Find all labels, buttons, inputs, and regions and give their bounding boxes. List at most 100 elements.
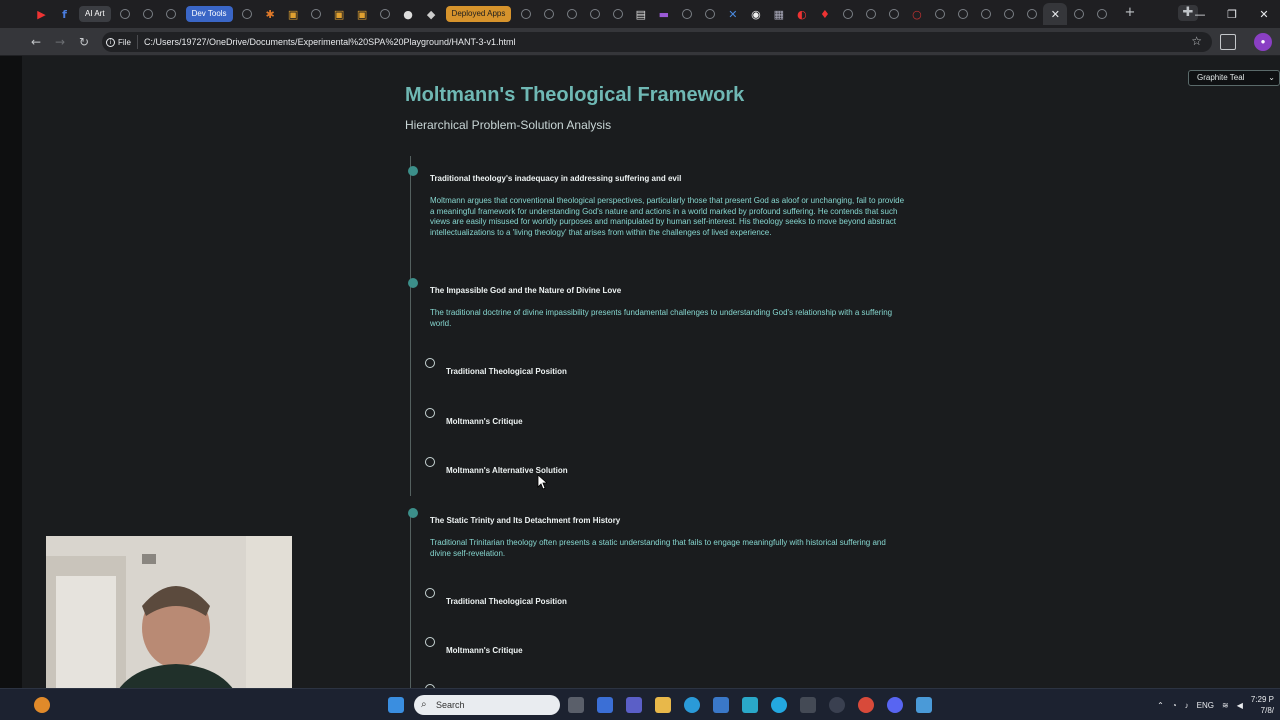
left-edge-panel [0,56,22,688]
chevron-down-icon: ⌄ [1268,73,1275,82]
task-view-icon[interactable] [568,697,584,713]
tab-icon[interactable] [859,4,882,24]
tab-icon[interactable]: ▣ [351,4,374,24]
tab-group-ai-art[interactable]: AI Art [79,6,111,22]
copilot-icon[interactable] [597,697,613,713]
tab-icon[interactable]: ▬ [652,4,675,24]
network-icon[interactable]: ◔ [1172,701,1177,710]
clock[interactable]: 7:29 P 7/8/ [1251,694,1274,716]
tab-icon[interactable] [114,4,137,24]
tab-icon[interactable]: ◐ [790,4,813,24]
facebook-tab-icon[interactable]: f [53,4,76,24]
subitem-label[interactable]: Moltmann's Critique [446,417,523,426]
tab-icon[interactable] [305,4,328,24]
app-icon[interactable] [800,697,816,713]
windows-start-icon[interactable] [388,697,404,713]
tab-icon[interactable]: ▤ [629,4,652,24]
youtube-tab-icon[interactable]: ▶ [30,4,53,24]
back-arrow-icon[interactable]: ← [28,34,44,50]
subitem-label[interactable]: Moltmann's Alternative Solution [446,466,568,475]
tab-icon[interactable] [374,4,397,24]
tab-icon[interactable]: ♦ [813,4,836,24]
tab-icon[interactable]: ◆ [420,4,443,24]
node-title[interactable]: The Impassible God and the Nature of Div… [430,286,621,295]
clock-date: 7/8/ [1260,706,1274,715]
tab-icon[interactable] [974,4,997,24]
tab-icon[interactable] [1020,4,1043,24]
github-tab-icon[interactable]: ● [397,4,420,24]
extensions-icon[interactable] [1220,34,1236,50]
tab-icon[interactable] [583,4,606,24]
language-indicator[interactable]: ENG [1197,701,1214,710]
discord-icon[interactable] [887,697,903,713]
tab-icon[interactable]: ◉ [744,4,767,24]
minimize-icon[interactable]: — [1184,0,1216,28]
profile-avatar[interactable]: ● [1254,33,1272,51]
tab-icon[interactable] [928,4,951,24]
subitem-ring [425,358,435,368]
tab-group-deployed-apps[interactable]: Deployed Apps [445,6,512,22]
tab-icon[interactable]: ▦ [767,4,790,24]
timeline-node-dot [408,508,418,518]
tab-icon[interactable] [997,4,1020,24]
chrome-icon[interactable] [858,697,874,713]
tab-icon[interactable] [160,4,183,24]
timeline-line [410,156,411,496]
tab-icon[interactable] [882,4,905,24]
url-text[interactable]: C:/Users/19727/OneDrive/Documents/Experi… [144,32,516,52]
new-tab-button[interactable]: + [1122,5,1138,21]
tab-icon[interactable] [698,4,721,24]
edge-icon[interactable] [684,697,700,713]
notepad-icon[interactable] [916,697,932,713]
store-icon[interactable] [713,697,729,713]
file-explorer-icon[interactable] [655,697,671,713]
tab-group-dev-tools[interactable]: Dev Tools [185,6,233,22]
taskbar-search[interactable]: ⌕ Search [414,695,560,715]
tab-icon[interactable] [1067,4,1090,24]
site-info-chip[interactable]: i File [106,35,138,49]
node-title[interactable]: Traditional theology's inadequacy in add… [430,174,681,183]
theme-select-value: Graphite Teal [1197,73,1245,82]
tab-icon[interactable]: ○ [905,4,928,24]
app-icon[interactable] [771,697,787,713]
tab-icon[interactable] [236,4,259,24]
tab-icon[interactable]: ▣ [282,4,305,24]
node-title[interactable]: The Static Trinity and Its Detachment fr… [430,516,620,525]
subitem-label[interactable]: Moltmann's Critique [446,646,523,655]
subitem-ring [425,408,435,418]
tab-icon[interactable] [1090,4,1113,24]
close-window-icon[interactable]: ✕ [1248,0,1280,28]
close-active-tab-icon[interactable]: ✕ [1043,3,1068,25]
teams-icon[interactable] [626,697,642,713]
subitem-label[interactable]: Traditional Theological Position [446,597,567,606]
chevron-up-icon[interactable]: ⌃ [1157,701,1164,710]
node-description: The traditional doctrine of divine impas… [430,308,893,328]
tab-icon[interactable] [560,4,583,24]
app-icon[interactable] [742,697,758,713]
windows-taskbar: ⌕ Search ⌃ ◔ ♪ ENG ≋ ◀ 7:29 P 7/8/ [0,688,1280,720]
theme-select[interactable]: Graphite Teal ⌄ [1188,70,1280,86]
microphone-icon[interactable]: ♪ [1185,701,1189,710]
forward-arrow-icon[interactable]: → [52,34,68,50]
volume-icon[interactable]: ◀ [1237,701,1243,710]
tab-icon[interactable] [675,4,698,24]
tab-icon[interactable] [537,4,560,24]
reload-icon[interactable]: ↻ [76,34,92,50]
subitem-label[interactable]: Traditional Theological Position [446,367,567,376]
tab-icon[interactable] [514,4,537,24]
address-bar[interactable]: i File C:/Users/19727/OneDrive/Documents… [102,32,1212,52]
taskbar-search-label: Search [436,700,465,710]
app-icon[interactable] [829,697,845,713]
tab-icon[interactable] [606,4,629,24]
tab-icon[interactable]: ▣ [328,4,351,24]
tab-icon[interactable]: ✕ [721,4,744,24]
tab-icon[interactable] [836,4,859,24]
bookmark-star-icon[interactable]: ☆ [1191,34,1202,48]
tab-icon[interactable]: ✱ [259,4,282,24]
maximize-icon[interactable]: ❐ [1216,0,1248,28]
tab-icon[interactable] [951,4,974,24]
wifi-icon[interactable]: ≋ [1222,701,1229,710]
weather-icon[interactable] [34,697,50,713]
page-title: Moltmann's Theological Framework [405,84,745,106]
tab-icon[interactable] [137,4,160,24]
